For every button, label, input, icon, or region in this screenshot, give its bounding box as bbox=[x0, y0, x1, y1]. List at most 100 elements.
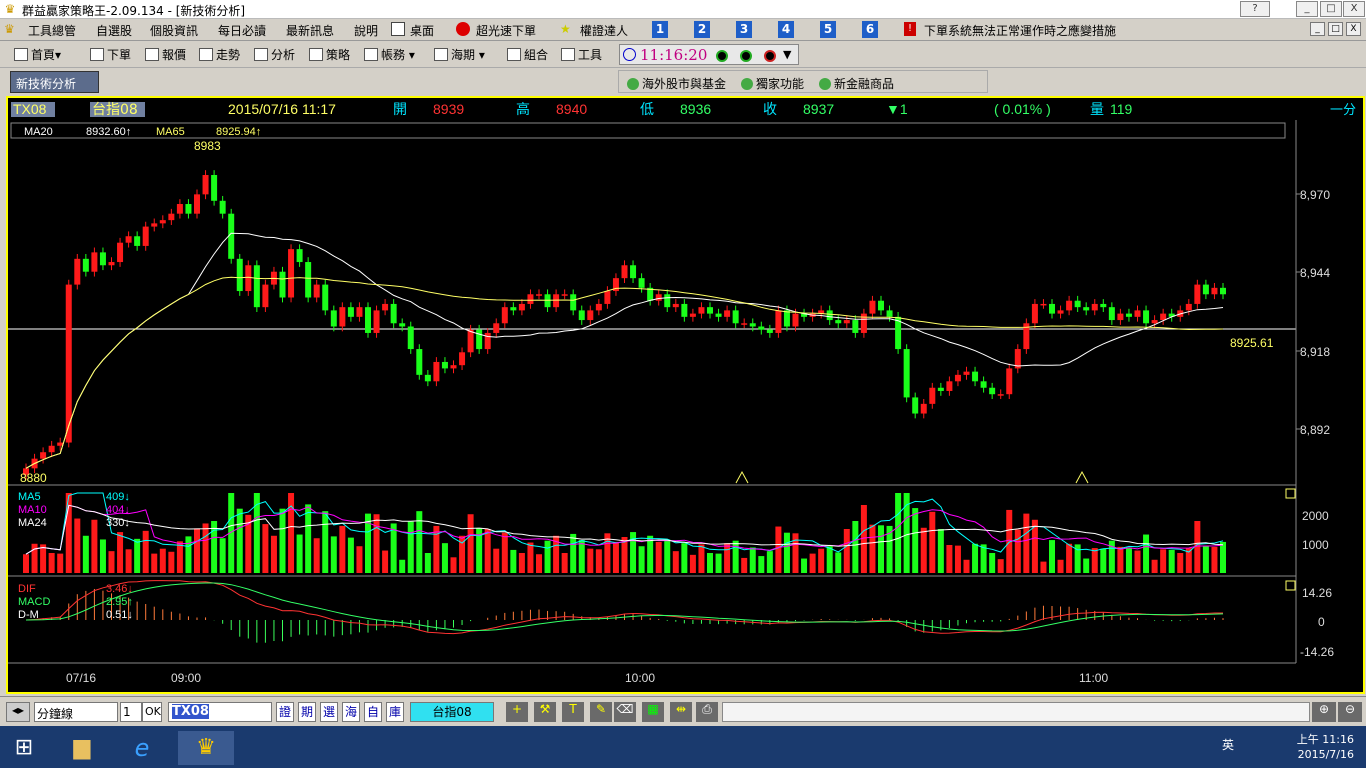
macd-pane-close-icon[interactable] bbox=[1285, 580, 1296, 591]
dm-label: D-M bbox=[18, 609, 39, 621]
low-value: 8936 bbox=[680, 101, 711, 117]
analysis-button[interactable]: 分析 bbox=[254, 46, 295, 63]
interval-select[interactable]: 分鐘線 bbox=[34, 702, 118, 722]
candle bbox=[1143, 310, 1150, 324]
strategy-button[interactable]: 策略 bbox=[309, 46, 350, 63]
volume-bar bbox=[775, 526, 782, 573]
wrench-icon[interactable]: ⚒ bbox=[534, 702, 556, 722]
feature-tabs: 海外股市與基金 獨家功能 新金融商品 bbox=[618, 70, 988, 93]
menu-notice[interactable]: 下單系統無法正常運作時之應變措施 bbox=[924, 22, 1116, 39]
combo-button[interactable]: 組合 bbox=[507, 46, 548, 63]
tools-button[interactable]: 工具 bbox=[561, 46, 602, 63]
symbol-input[interactable]: TX08 bbox=[168, 702, 272, 722]
candlestick-chart[interactable]: TX08 台指08 2015/07/16 11:17 開 8939 高 8940… bbox=[8, 98, 1363, 692]
minimize-button[interactable]: _ bbox=[1296, 1, 1318, 17]
vol-pane-close-icon[interactable] bbox=[1285, 488, 1296, 499]
volume-bar bbox=[296, 534, 303, 573]
menu-desktop[interactable]: 桌面 bbox=[410, 22, 434, 39]
horizontal-scrollbar[interactable] bbox=[722, 702, 1310, 722]
windows-start-icon[interactable]: ⊞ bbox=[0, 731, 48, 765]
zoom-out-icon[interactable]: ⊖ bbox=[1338, 702, 1362, 722]
volume-bar bbox=[809, 553, 816, 573]
candle bbox=[920, 403, 927, 414]
candle bbox=[1057, 310, 1064, 314]
candle bbox=[1040, 303, 1047, 306]
candle bbox=[40, 452, 47, 459]
candle bbox=[1066, 300, 1073, 311]
maximize-button[interactable]: □ bbox=[1320, 1, 1342, 17]
candle bbox=[989, 387, 996, 395]
filter-overseas-button[interactable]: 海 bbox=[342, 702, 360, 722]
candle bbox=[741, 323, 748, 325]
quick-button-5[interactable]: 5 bbox=[820, 21, 836, 38]
candle bbox=[219, 200, 226, 214]
candle bbox=[347, 307, 354, 317]
menu-warrant[interactable]: 權證達人 bbox=[580, 22, 628, 39]
filter-stock-button[interactable]: 證 bbox=[276, 702, 294, 722]
zoom-in-icon[interactable]: ⊕ bbox=[1312, 702, 1336, 722]
globe-icon bbox=[819, 78, 831, 90]
ime-indicator[interactable]: 英 bbox=[1222, 738, 1234, 753]
tab-overseas[interactable]: 海外股市與基金 bbox=[627, 75, 726, 92]
filter-futures-button[interactable]: 期 bbox=[298, 702, 316, 722]
menu-help[interactable]: 說明 bbox=[354, 22, 378, 39]
split-icon[interactable]: ⇹ bbox=[670, 702, 692, 722]
quick-button-6[interactable]: 6 bbox=[862, 21, 878, 38]
menu-news[interactable]: 最新訊息 bbox=[286, 22, 334, 39]
mdi-restore-button[interactable]: □ bbox=[1328, 22, 1343, 36]
filter-inventory-button[interactable]: 庫 bbox=[386, 702, 404, 722]
volume-bar bbox=[997, 559, 1004, 573]
candle bbox=[253, 265, 260, 308]
scroll-left-icon[interactable]: ◂▸ bbox=[6, 702, 30, 722]
help-button[interactable]: ? bbox=[1240, 1, 1270, 17]
quick-button-3[interactable]: 3 bbox=[736, 21, 752, 38]
eraser-icon[interactable]: ⌫ bbox=[614, 702, 636, 722]
menu-tools[interactable]: 工具總管 bbox=[28, 22, 76, 39]
tray-time: 上午 11:16 bbox=[1296, 733, 1354, 746]
tab-new-products[interactable]: 新金融商品 bbox=[819, 75, 894, 92]
count-input[interactable]: 1 bbox=[120, 702, 142, 722]
text-tool-icon[interactable]: T bbox=[562, 702, 584, 722]
quote-button[interactable]: 報價 bbox=[145, 46, 186, 63]
futures-button[interactable]: 海期 ▾ bbox=[434, 46, 485, 63]
candle bbox=[1125, 313, 1132, 317]
tab-exclusive[interactable]: 獨家功能 bbox=[741, 75, 804, 92]
volume-bar bbox=[878, 525, 884, 573]
volume-bar bbox=[322, 511, 329, 573]
candle bbox=[852, 320, 859, 333]
crosshair-icon[interactable]: + bbox=[506, 702, 528, 722]
macd-tick: 0 bbox=[1318, 615, 1325, 629]
menu-daily[interactable]: 每日必讀 bbox=[218, 22, 266, 39]
close-button[interactable]: X bbox=[1343, 1, 1365, 17]
quick-button-4[interactable]: 4 bbox=[778, 21, 794, 38]
menu-watchlist[interactable]: 自選股 bbox=[96, 22, 132, 39]
quick-button-1[interactable]: 1 bbox=[652, 21, 668, 38]
chevron-down-icon[interactable]: ▼ bbox=[783, 48, 791, 61]
menu-stock-info[interactable]: 個股資訊 bbox=[150, 22, 198, 39]
pencil-icon[interactable]: ✎ bbox=[590, 702, 612, 722]
volume-bar bbox=[407, 521, 414, 573]
chart-area[interactable]: TX08 台指08 2015/07/16 11:17 開 8939 高 8940… bbox=[6, 96, 1365, 694]
filter-options-button[interactable]: 選 bbox=[320, 702, 338, 722]
ok-button[interactable]: OK bbox=[142, 702, 162, 722]
mdi-minimize-button[interactable]: _ bbox=[1310, 22, 1325, 36]
order-button[interactable]: 下單 bbox=[90, 46, 131, 63]
print-icon[interactable]: ⎙ bbox=[696, 702, 718, 722]
filter-watchlist-button[interactable]: 自 bbox=[364, 702, 382, 722]
mdi-close-button[interactable]: X bbox=[1346, 22, 1361, 36]
menu-flash-order[interactable]: 超光速下單 bbox=[476, 22, 536, 39]
candle bbox=[407, 326, 414, 350]
volume-bar bbox=[732, 540, 739, 573]
quick-button-2[interactable]: 2 bbox=[694, 21, 710, 38]
volume-bar bbox=[168, 551, 175, 573]
strategy-king-task-icon[interactable]: ♛ bbox=[178, 731, 234, 765]
account-button[interactable]: 帳務 ▾ bbox=[364, 46, 415, 63]
ie-icon[interactable]: e bbox=[118, 731, 166, 765]
file-explorer-icon[interactable]: ▆ bbox=[58, 731, 106, 765]
open-label: 開 bbox=[393, 102, 407, 118]
candle bbox=[698, 307, 705, 314]
tab-tech-analysis[interactable]: 新技術分析 bbox=[10, 71, 99, 93]
excel-icon[interactable]: ▦ bbox=[642, 702, 664, 722]
trend-button[interactable]: 走勢 bbox=[199, 46, 240, 63]
home-button[interactable]: 首頁▾ bbox=[14, 46, 61, 63]
